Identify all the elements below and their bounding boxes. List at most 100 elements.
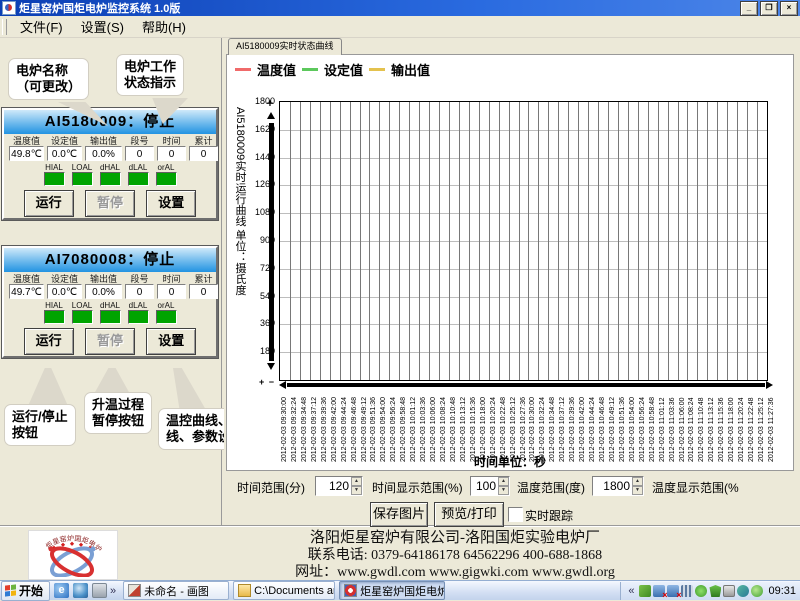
legend-label: 温度值: [257, 60, 296, 79]
taskbar-item-monitor-app[interactable]: 炬星窑炉国炬电炉监...: [339, 581, 445, 600]
gridline-vertical: [340, 102, 341, 380]
y-tick-label: 1260: [243, 179, 275, 189]
gridline-vertical: [668, 102, 669, 380]
callout-pause: 升温过程 暂停按钮: [84, 392, 152, 434]
taskbar-item-explorer[interactable]: C:\Documents and Se...: [233, 581, 335, 600]
gridline-vertical: [300, 102, 301, 380]
gridline-vertical: [618, 102, 619, 380]
time-range-input[interactable]: 120 ▲▼: [315, 476, 363, 496]
scroll-left-arrow-icon[interactable]: [279, 381, 286, 389]
output-value: 0.0%: [85, 284, 122, 299]
signal-strength-icon[interactable]: [681, 585, 693, 597]
legend-label: 设定值: [324, 60, 363, 79]
gridline-vertical: [707, 102, 708, 380]
restore-button[interactable]: ❐: [760, 1, 778, 16]
antivirus-icon[interactable]: [639, 585, 651, 597]
settings-button[interactable]: 设置: [146, 328, 196, 355]
furnace-panel-ai5180009: AI5180009：停止 温度值49.8℃ 设定值0.0℃ 输出值0.0% 段号…: [2, 108, 218, 220]
start-button[interactable]: 开始: [1, 581, 50, 601]
update-icon[interactable]: [695, 585, 707, 597]
footer: 炬星窑炉国炬电炉 洛阳炬星窑炉有限公司-洛阳国炬实验电炉厂 联系电话: 0379…: [0, 525, 800, 580]
currency-icon[interactable]: [751, 585, 763, 597]
gridline-vertical: [459, 102, 460, 380]
gridline-vertical: [449, 102, 450, 380]
company-logo: 炬星窑炉国炬电炉: [28, 530, 118, 580]
horizontal-scrollbar[interactable]: [287, 383, 765, 387]
alarm-led-dhal: [100, 172, 121, 186]
spin-up-icon[interactable]: ▲: [632, 477, 643, 486]
time-range-value[interactable]: 120: [316, 477, 351, 495]
tab-realtime-curve[interactable]: AI5180009实时状态曲线: [228, 38, 342, 55]
gridline-horizontal: [280, 213, 767, 214]
run-button[interactable]: 运行: [24, 328, 74, 355]
field-label: 设定值: [51, 136, 78, 146]
callout-line: 运行/停止: [12, 409, 68, 425]
menu-settings[interactable]: 设置(S): [72, 15, 133, 38]
gridline-vertical: [290, 102, 291, 380]
realtime-track-checkbox[interactable]: [508, 507, 523, 522]
time-display-input[interactable]: 100 ▲▼: [470, 476, 510, 496]
gridline-horizontal: [280, 158, 767, 159]
y-tick-label: 1800: [243, 96, 275, 106]
preview-print-button[interactable]: 预览/打印: [434, 502, 504, 527]
led-label: HIAL: [45, 301, 63, 310]
task-label: C:\Documents and Se...: [254, 585, 335, 597]
spin-down-icon[interactable]: ▼: [632, 486, 643, 495]
run-button[interactable]: 运行: [24, 190, 74, 217]
realtime-track-label: 实时跟踪: [525, 507, 573, 524]
power-plug-icon[interactable]: [723, 585, 735, 597]
scroll-right-arrow-icon[interactable]: [766, 381, 773, 389]
field-label: 段号: [130, 136, 148, 146]
tray-hidden-icons-chevron[interactable]: «: [628, 585, 634, 597]
spin-up-icon[interactable]: ▲: [351, 477, 362, 486]
gridline-vertical: [310, 102, 311, 380]
close-button[interactable]: ×: [780, 1, 798, 16]
minimize-button[interactable]: _: [740, 1, 758, 16]
gridline-vertical: [320, 102, 321, 380]
spin-down-icon[interactable]: ▼: [351, 486, 362, 495]
client-area: 电炉名称 （可更改） 电炉工作 状态指示 运行/停止 按钮 升温过程 暂停按钮 …: [0, 38, 800, 525]
pause-button[interactable]: 暂停: [85, 328, 135, 355]
messenger-icon[interactable]: [73, 583, 88, 598]
field-label: 段号: [130, 274, 148, 284]
settings-button[interactable]: 设置: [146, 190, 196, 217]
field-label: 时间: [162, 274, 180, 284]
y-tick-label: 180: [243, 346, 275, 356]
x-axis-title: 时间单位：秒: [227, 453, 793, 470]
graph-pan-markers[interactable]: + −: [259, 377, 275, 387]
taskbar: 开始 e » 未命名 - 画图 C:\Documents and Se... 炬…: [0, 580, 800, 600]
temp-range-value[interactable]: 1800: [593, 477, 632, 495]
alarm-led-dlal: [128, 172, 149, 186]
gridline-vertical: [360, 102, 361, 380]
callout-beam: [28, 368, 68, 406]
taskbar-item-paint[interactable]: 未命名 - 画图: [123, 581, 229, 600]
alarm-led-oral: [156, 172, 177, 186]
led-label: dLAL: [129, 301, 148, 310]
title-bar[interactable]: 炬星窑炉国炬电炉监控系统 1.0版 _ ❐ ×: [0, 0, 800, 16]
contact-phone: 联系电话: 0379-64186178 64562296 400-688-186…: [120, 547, 790, 564]
spin-up-icon[interactable]: ▲: [498, 477, 509, 486]
furnace-panel-ai7080008: AI7080008：停止 温度值49.7℃ 设定值0.0℃ 输出值0.0% 段号…: [2, 246, 218, 358]
menu-help[interactable]: 帮助(H): [133, 15, 195, 38]
save-image-button[interactable]: 保存图片: [370, 502, 428, 527]
gridline-vertical: [727, 102, 728, 380]
security-shield-icon[interactable]: [709, 585, 721, 597]
time-display-value[interactable]: 100: [471, 477, 498, 495]
internet-explorer-icon[interactable]: e: [54, 583, 69, 598]
menu-file[interactable]: 文件(F): [11, 15, 72, 38]
device-icon[interactable]: [92, 583, 107, 598]
quick-launch-overflow-chevron[interactable]: »: [110, 585, 116, 597]
network-disconnected-icon[interactable]: [667, 585, 679, 597]
scroll-up-arrow-icon[interactable]: [267, 112, 275, 119]
setpoint-value: 0.0℃: [47, 284, 82, 299]
y-tick-label: 1620: [243, 124, 275, 134]
spin-down-icon[interactable]: ▼: [498, 486, 509, 495]
pause-button[interactable]: 暂停: [85, 190, 135, 217]
y-tick-label: 900: [243, 235, 275, 245]
sync-icon[interactable]: [737, 585, 749, 597]
scroll-down-arrow-icon[interactable]: [267, 363, 275, 370]
temp-range-input[interactable]: 1800 ▲▼: [592, 476, 644, 496]
gridline-horizontal: [280, 185, 767, 186]
folder-icon: [238, 584, 251, 597]
network-disconnected-icon[interactable]: [653, 585, 665, 597]
